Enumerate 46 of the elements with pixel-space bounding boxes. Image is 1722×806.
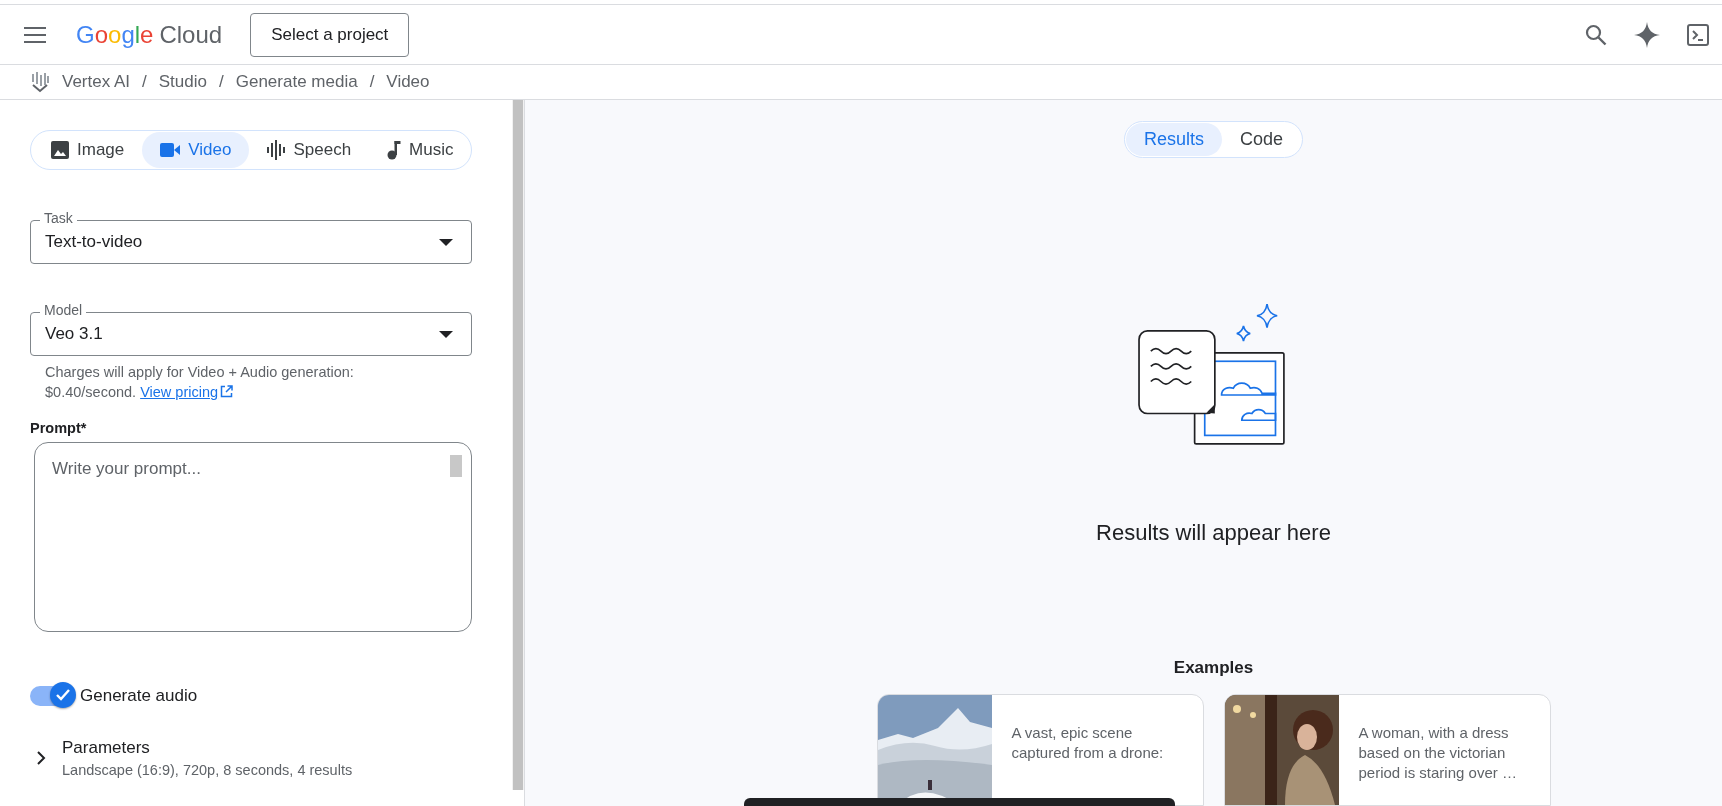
breadcrumb-link[interactable]: Generate media (235, 72, 358, 92)
media-tab[interactable]: Music (369, 132, 472, 168)
view-pricing-link[interactable]: View pricing (140, 384, 234, 400)
breadcrumb-link[interactable]: Vertex AI (62, 72, 131, 92)
prompt-field[interactable]: Write your prompt... (34, 442, 472, 632)
caret-icon (439, 330, 453, 338)
prompt-label: Prompt* (30, 420, 88, 436)
example-description: A vast, epic scene captured from a drone: (1010, 723, 1165, 763)
caret-icon (439, 238, 453, 246)
example-card[interactable]: A vast, epic scene captured from a drone: (876, 694, 1204, 806)
breadcrumb-link[interactable]: Video (386, 72, 430, 92)
select-project-button[interactable]: Select a project (250, 12, 410, 57)
media-tab[interactable]: Image (33, 132, 143, 168)
media-tab[interactable]: Speech (249, 132, 370, 168)
terminal-icon[interactable] (1686, 22, 1710, 47)
view-tab[interactable]: Code (1222, 123, 1302, 156)
waveform-icon (267, 140, 286, 160)
logo[interactable]: Google Cloud (76, 20, 223, 49)
empty-state-message: Results will appear here (1096, 520, 1331, 546)
breadcrumb-separator: / (142, 72, 147, 92)
view-tab[interactable]: Results (1125, 123, 1222, 156)
breadcrumb-separator: / (219, 72, 224, 92)
sparkle-icon[interactable] (1634, 21, 1660, 48)
menu-icon[interactable] (24, 26, 46, 43)
pricing-note: Charges will apply for Video + Audio generation: $0.40/second. View pricing (45, 363, 355, 402)
image-icon (51, 141, 69, 159)
vertex-ai-icon (30, 71, 50, 93)
music-note-icon (387, 140, 402, 160)
field-label: Model (40, 302, 87, 318)
field-label: Task (40, 210, 77, 226)
scrollbar-thumb[interactable] (513, 100, 523, 790)
scrollbar-thumb[interactable] (450, 455, 462, 477)
video-camera-icon (160, 142, 181, 158)
parameters-title[interactable]: Parameters (62, 738, 353, 758)
parameters-summary: Landscape (16:9), 720p, 8 seconds, 4 results (62, 762, 353, 778)
generate-audio-label: Generate audio (80, 686, 198, 706)
chevron-icon[interactable] (36, 750, 46, 766)
search-icon[interactable] (1584, 22, 1608, 47)
breadcrumb-link[interactable]: Studio (158, 72, 207, 92)
breadcrumb-separator: / (369, 72, 375, 92)
check-icon (55, 688, 71, 702)
media-tab[interactable]: Video (142, 132, 250, 168)
examples-heading: Examples (1173, 658, 1254, 678)
external-link-icon (220, 385, 234, 398)
example-description: A woman, with a dress based on the victorian period is staring over … (1357, 723, 1518, 783)
example-card[interactable]: A woman, with a dress based on the victorian period is staring over … (1223, 694, 1551, 806)
